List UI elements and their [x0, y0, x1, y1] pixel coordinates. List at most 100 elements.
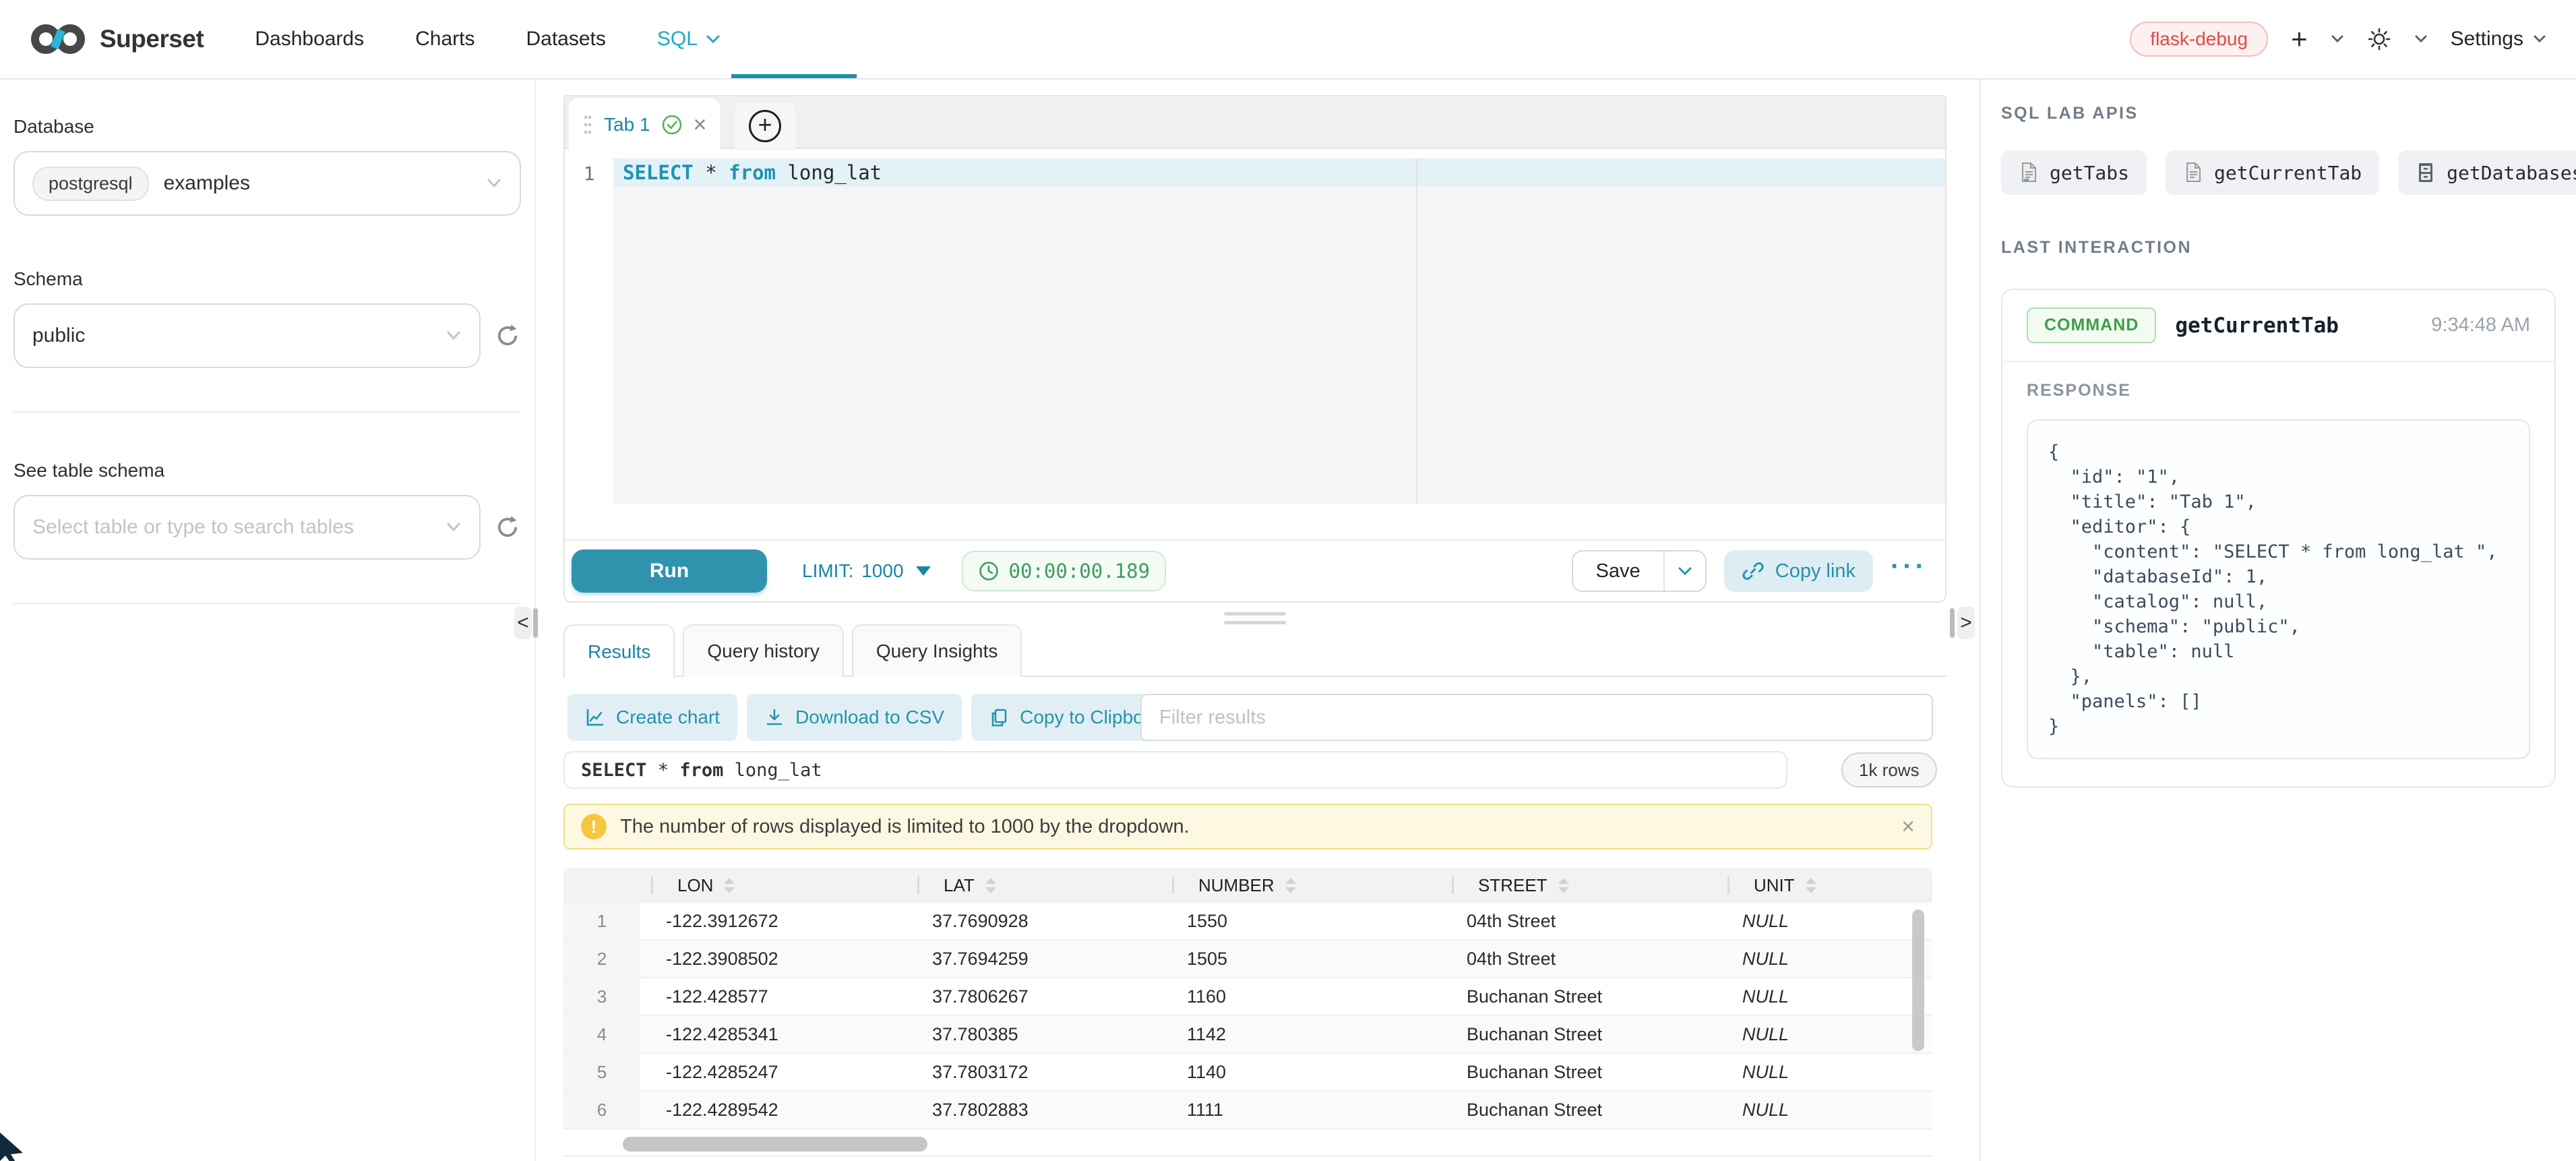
- column-header-number[interactable]: NUMBER: [1161, 875, 1441, 896]
- settings-menu[interactable]: Settings: [2451, 28, 2546, 51]
- table-row[interactable]: 2 -122.3908502 37.7694259 1505 04th Stre…: [563, 941, 1932, 978]
- navbar-right: flask-debug + Settings: [2130, 22, 2546, 57]
- horizontal-scrollbar[interactable]: [623, 1137, 927, 1152]
- close-warning-icon[interactable]: ×: [1901, 814, 1915, 840]
- get-databases-button[interactable]: getDatabases: [2398, 150, 2576, 195]
- run-button[interactable]: Run: [572, 549, 767, 593]
- column-header-unit[interactable]: UNIT: [1717, 875, 1932, 896]
- last-interaction-label: LAST INTERACTION: [2001, 238, 2556, 258]
- sort-icon[interactable]: [724, 878, 735, 893]
- column-header-lon[interactable]: LON: [640, 875, 907, 896]
- collapse-right-panel-button[interactable]: >: [1957, 607, 1975, 639]
- pane-resize-handle[interactable]: [1224, 612, 1286, 624]
- editor-tab[interactable]: Tab 1 ×: [569, 98, 720, 150]
- sort-icon[interactable]: [985, 878, 996, 893]
- chevron-down-icon[interactable]: [2414, 34, 2428, 44]
- superset-logo-icon: [27, 20, 89, 59]
- results-table: LON LAT NUMBER STREET UNIT 1 -122.391267…: [563, 868, 1932, 1129]
- chevron-down-icon: [446, 522, 462, 533]
- sql-lab-apis-panel: SQL LAB APIS getTabs getCurrentTab: [1980, 80, 2576, 1161]
- table-row[interactable]: 5 -122.4285247 37.7803172 1140 Buchanan …: [563, 1054, 1932, 1092]
- schema-select[interactable]: public: [13, 303, 481, 368]
- tab-results[interactable]: Results: [563, 624, 675, 678]
- nav-item-datasets[interactable]: Datasets: [526, 0, 605, 78]
- chevron-down-icon[interactable]: [2331, 34, 2344, 44]
- column-header-street[interactable]: STREET: [1441, 875, 1717, 896]
- check-circle-icon: [661, 114, 683, 136]
- sql-code-editor[interactable]: 1 SELECT * from long_lat: [565, 158, 1945, 504]
- command-name: getCurrentTab: [2175, 314, 2339, 338]
- get-tabs-button[interactable]: getTabs: [2001, 150, 2147, 195]
- filter-results-input[interactable]: [1140, 694, 1933, 741]
- page-icon: [2183, 162, 2203, 183]
- sql-text: *: [694, 161, 729, 184]
- results-actions: Create chart Download to CSV Copy to: [568, 694, 1188, 741]
- brand-name: Superset: [100, 25, 204, 53]
- sql-keyword: from: [729, 161, 776, 184]
- table-schema-label: See table schema: [13, 460, 521, 481]
- tab-query-history[interactable]: Query history: [683, 624, 844, 677]
- table-row[interactable]: 4 -122.4285341 37.780385 1142 Buchanan S…: [563, 1016, 1932, 1054]
- sidebar-divider: [13, 411, 521, 413]
- theme-toggle-icon[interactable]: [2367, 27, 2391, 51]
- editor-gutter: 1: [565, 158, 613, 504]
- table-select-placeholder: Select table or type to search tables: [32, 516, 354, 539]
- refresh-icon[interactable]: [494, 322, 521, 349]
- table-row[interactable]: 3 -122.428577 37.7806267 1160 Buchanan S…: [563, 978, 1932, 1016]
- right-resize-thumb[interactable]: [1950, 608, 1955, 638]
- chevron-down-icon: [2533, 34, 2546, 44]
- sort-icon[interactable]: [1558, 878, 1569, 893]
- sql-keyword: SELECT: [581, 760, 647, 781]
- more-actions-button[interactable]: ···: [1891, 561, 1928, 581]
- limit-dropdown[interactable]: LIMIT: 1000: [802, 560, 931, 582]
- warning-text: The number of rows displayed is limited …: [620, 816, 1190, 838]
- sql-keyword: SELECT: [623, 161, 694, 184]
- link-icon: [1742, 560, 1765, 583]
- copy-link-button[interactable]: Copy link: [1724, 550, 1873, 592]
- editor-bottom-padding: [565, 504, 1945, 539]
- database-select[interactable]: postgresql examples: [13, 151, 521, 216]
- get-current-tab-button[interactable]: getCurrentTab: [2166, 150, 2379, 195]
- limit-label: LIMIT:: [802, 560, 853, 582]
- nav-item-charts[interactable]: Charts: [415, 0, 474, 78]
- tab-query-insights[interactable]: Query Insights: [852, 624, 1022, 677]
- create-chart-button[interactable]: Create chart: [568, 694, 737, 741]
- add-tab-button[interactable]: +: [749, 110, 781, 142]
- nav-items: Dashboards Charts Datasets SQL: [255, 0, 720, 78]
- nav-item-sql[interactable]: SQL: [657, 0, 720, 78]
- download-csv-button[interactable]: Download to CSV: [747, 694, 962, 741]
- sql-text: long_lat: [776, 161, 882, 184]
- table-select[interactable]: Select table or type to search tables: [13, 495, 481, 560]
- drag-handle-icon[interactable]: [582, 113, 593, 137]
- interaction-header: COMMAND getCurrentTab 9:34:48 AM: [2002, 290, 2554, 361]
- last-interaction-card: COMMAND getCurrentTab 9:34:48 AM RESPONS…: [2001, 289, 2556, 787]
- save-button[interactable]: Save: [1573, 552, 1663, 591]
- superset-logo[interactable]: Superset: [27, 20, 204, 59]
- timer-value: 00:00:00.189: [1009, 560, 1151, 583]
- refresh-icon[interactable]: [494, 514, 521, 541]
- line-number: 1: [584, 162, 595, 185]
- nav-item-dashboards[interactable]: Dashboards: [255, 0, 364, 78]
- page-icon: [2019, 162, 2039, 183]
- close-tab-icon[interactable]: ×: [694, 113, 707, 136]
- chevron-down-icon: [446, 330, 462, 341]
- table-row[interactable]: 1 -122.3912672 37.7690928 1550 04th Stre…: [563, 903, 1932, 941]
- column-header-lat[interactable]: LAT: [907, 875, 1161, 896]
- results-tabs: Results Query history Query Insights: [563, 624, 1022, 677]
- sort-icon[interactable]: [1806, 878, 1816, 893]
- api-buttons: getTabs getCurrentTab getDatabas: [2001, 150, 2556, 195]
- warning-icon: !: [581, 814, 607, 839]
- vertical-scrollbar[interactable]: [1912, 910, 1924, 1051]
- editor-code-area[interactable]: SELECT * from long_lat: [613, 158, 1945, 504]
- left-resize-thumb[interactable]: [533, 608, 538, 638]
- sidebar-divider: [13, 603, 521, 604]
- chevron-down-icon: [486, 178, 502, 189]
- sort-icon[interactable]: [1285, 878, 1296, 893]
- save-options-button[interactable]: [1663, 552, 1705, 591]
- editor-panel: Tab 1 × + 1 SELECT * fr: [563, 95, 1946, 603]
- collapse-left-panel-button[interactable]: <: [514, 607, 532, 639]
- query-timer: 00:00:00.189: [962, 551, 1167, 591]
- table-row[interactable]: 6 -122.4289542 37.7802883 1111 Buchanan …: [563, 1092, 1932, 1129]
- database-value: examples: [164, 172, 250, 195]
- new-item-button[interactable]: +: [2291, 25, 2308, 53]
